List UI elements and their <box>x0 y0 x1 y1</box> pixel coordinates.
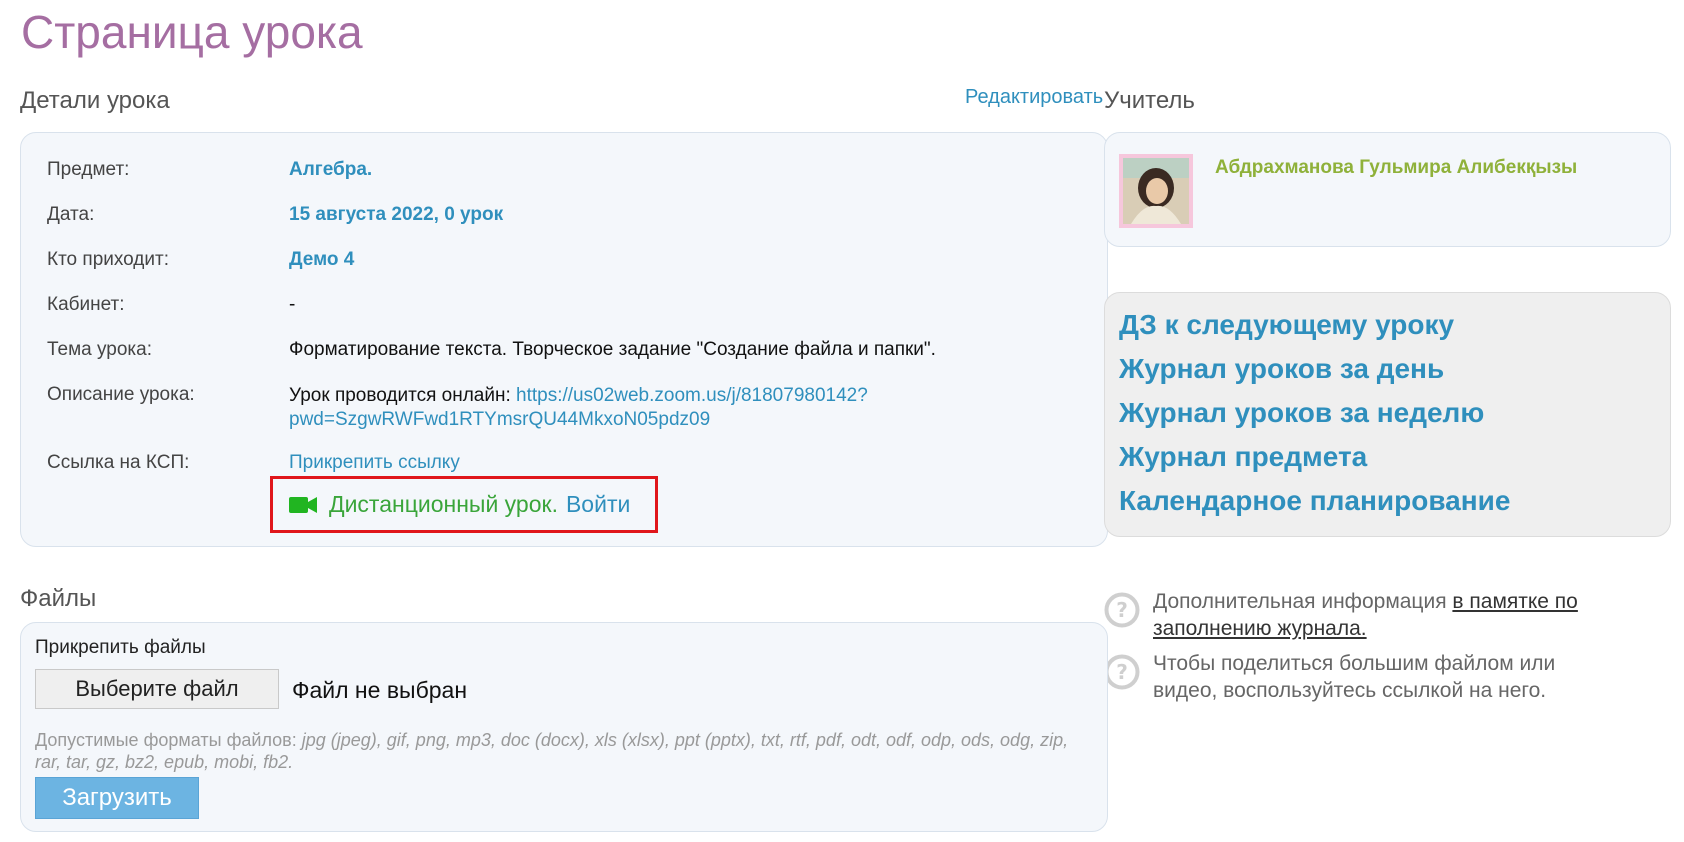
zoom-link-line1[interactable]: https://us02web.zoom.us/j/81807980142? <box>516 385 868 406</box>
zoom-link-line2[interactable]: pwd=SzgwRWFwd1RTYmsrQU44MkxoN05pdz09 <box>289 409 710 430</box>
subject-label: Предмет: <box>47 159 130 180</box>
files-section-title: Файлы <box>20 585 97 612</box>
quick-links-panel: ДЗ к следующему уроку Журнал уроков за д… <box>1104 292 1671 537</box>
no-file-text: Файл не выбран <box>292 677 468 703</box>
page-title: Страница урока <box>21 6 363 58</box>
attach-link[interactable]: Прикрепить ссылку <box>289 452 460 474</box>
svg-text:?: ? <box>1116 660 1128 684</box>
topic-value: Форматирование текста. Творческое задани… <box>289 339 936 360</box>
homework-link[interactable]: ДЗ к следующему уроку <box>1119 303 1510 347</box>
room-value: - <box>289 294 296 315</box>
choose-file-button[interactable]: Выберите файл <box>35 669 279 709</box>
teacher-avatar[interactable] <box>1119 154 1193 228</box>
files-panel: Прикрепить файлы Выберите файл Файл не в… <box>20 622 1108 832</box>
help-icon: ? <box>1104 654 1140 695</box>
description-value: Урок проводится онлайн: https://us02web.… <box>289 384 868 432</box>
remote-lesson-highlight: Дистанционный урок. Войти <box>270 476 658 533</box>
quick-links-list: ДЗ к следующему уроку Журнал уроков за д… <box>1119 303 1510 523</box>
remote-lesson-text: Дистанционный урок. <box>329 491 558 517</box>
help-item-share: Чтобы поделиться большим файлом или виде… <box>1153 652 1556 702</box>
daily-journal-link[interactable]: Журнал уроков за день <box>1119 347 1510 391</box>
teacher-name[interactable]: Абдрахманова Гульмира Алибекқызы <box>1215 157 1577 179</box>
room-label: Кабинет: <box>47 294 125 315</box>
join-lesson-link[interactable]: Войти <box>566 491 630 518</box>
subject-value[interactable]: Алгебра. <box>289 159 372 181</box>
teacher-panel: Абдрахманова Гульмира Алибекқызы <box>1104 132 1671 247</box>
help-memo-prefix: Дополнительная информация <box>1153 590 1447 613</box>
description-prefix: Урок проводится онлайн: <box>289 385 511 406</box>
allowed-formats: Допустимые форматы файлов: jpg (jpeg), g… <box>35 729 1095 773</box>
attach-files-label: Прикрепить файлы <box>35 637 206 658</box>
description-label: Описание урока: <box>47 384 195 405</box>
weekly-journal-link[interactable]: Журнал уроков за неделю <box>1119 391 1510 435</box>
svg-text:?: ? <box>1116 598 1128 622</box>
video-camera-icon <box>289 496 317 514</box>
lesson-details-panel: Предмет: Алгебра. Дата: 15 августа 2022,… <box>20 132 1108 547</box>
upload-button[interactable]: Загрузить <box>35 777 199 819</box>
help-icon: ? <box>1104 592 1140 633</box>
calendar-planning-link[interactable]: Календарное планирование <box>1119 479 1510 523</box>
subject-journal-link[interactable]: Журнал предмета <box>1119 435 1510 479</box>
details-section-title: Детали урока <box>20 87 170 114</box>
avatar-image <box>1123 158 1189 224</box>
attendees-label: Кто приходит: <box>47 249 169 270</box>
attendees-value[interactable]: Демо 4 <box>289 249 354 271</box>
date-value[interactable]: 15 августа 2022, 0 урок <box>289 204 503 226</box>
help-item-memo: Дополнительная информация в памятке по з… <box>1153 588 1658 642</box>
formats-prefix: Допустимые форматы файлов: <box>35 730 297 750</box>
topic-label: Тема урока: <box>47 339 153 360</box>
ksp-label: Ссылка на КСП: <box>47 452 190 473</box>
date-label: Дата: <box>47 204 95 225</box>
teacher-section-title: Учитель <box>1104 87 1195 114</box>
edit-link[interactable]: Редактировать <box>965 86 1103 109</box>
